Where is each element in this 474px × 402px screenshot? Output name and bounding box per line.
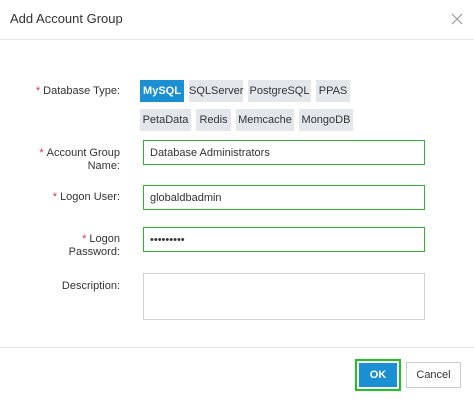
description-label: Description: [0, 280, 120, 293]
db-type-option-redis[interactable]: Redis [196, 109, 231, 131]
description-textarea[interactable] [143, 273, 425, 320]
database-type-label: * Database Type: [0, 85, 120, 98]
required-marker: * [52, 191, 58, 203]
database-type-label-text: Database Type: [43, 85, 120, 97]
logon-password-label: * Logon Password: [0, 233, 120, 259]
db-type-option-mongodb[interactable]: MongoDB [299, 109, 353, 131]
add-account-group-dialog: Add Account Group * Database Type: MySQL … [0, 0, 474, 402]
logon-user-label: * Logon User: [0, 191, 120, 204]
account-group-name-label-line1: Account Group [46, 147, 120, 159]
db-type-option-memcache[interactable]: Memcache [236, 109, 294, 131]
dialog-title: Add Account Group [10, 11, 123, 26]
db-type-option-postgresql[interactable]: PostgreSQL [248, 80, 311, 102]
logon-user-input[interactable] [143, 185, 425, 210]
required-marker: * [82, 233, 87, 245]
logon-user-label-text: Logon User: [60, 191, 120, 203]
cancel-button[interactable]: Cancel [406, 362, 461, 388]
footer-divider [0, 347, 474, 348]
account-group-name-label: * Account Group Name: [0, 147, 120, 173]
logon-password-label-line2: Password: [68, 246, 120, 258]
db-type-option-mysql[interactable]: MySQL [140, 80, 184, 102]
account-group-name-input[interactable] [143, 140, 425, 165]
required-marker: * [35, 85, 41, 97]
db-type-option-sqlserver[interactable]: SQLServer [189, 80, 243, 102]
dialog-header: Add Account Group [0, 0, 474, 40]
close-icon[interactable] [449, 11, 465, 27]
required-marker: * [39, 147, 44, 159]
db-type-option-ppas[interactable]: PPAS [316, 80, 350, 102]
db-type-option-petadata[interactable]: PetaData [140, 109, 191, 131]
ok-button[interactable]: OK [359, 363, 397, 387]
logon-password-input[interactable] [143, 227, 425, 252]
account-group-name-label-line2: Name: [87, 160, 120, 172]
logon-password-label-line1: Logon [89, 233, 120, 245]
description-label-text: Description: [61, 280, 120, 292]
